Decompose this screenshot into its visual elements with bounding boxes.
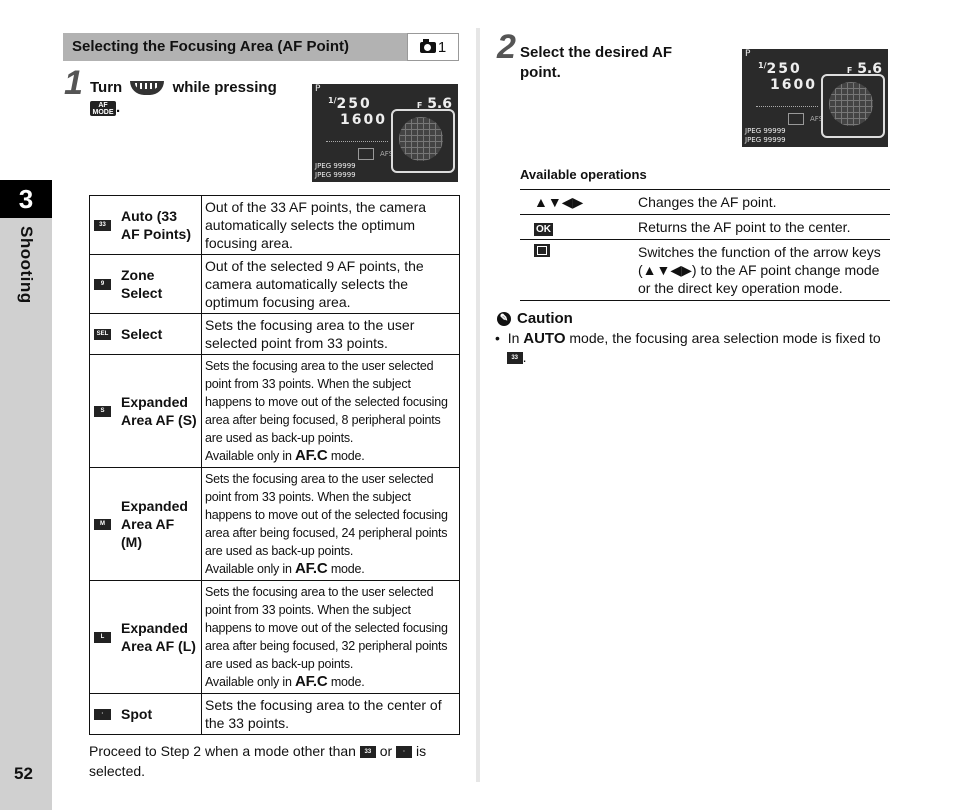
rear-e-dial-icon [130, 81, 165, 96]
af-expanded-m-icon: M [94, 518, 111, 530]
af-mode-name: Spot [121, 706, 153, 722]
step-1-number: 1 [64, 64, 83, 102]
af-point-grid [399, 117, 443, 161]
af-mode-name: Auto (33 AF Points) [121, 208, 191, 242]
caution-icon: ✎ [497, 311, 511, 326]
af-mode-row: 33 Auto (33 AF Points) Out of the 33 AF … [89, 195, 460, 255]
camera-icon [419, 38, 436, 53]
af-mode-name: Expanded Area AF (S) [121, 394, 197, 428]
chapter-number: 3 [0, 180, 52, 218]
afc-mode-label: AF.C [295, 673, 328, 690]
af-zone-select-icon: 9 [94, 278, 111, 290]
af-point-frame [391, 109, 455, 173]
chapter-label: Shooting [17, 226, 36, 304]
af-expanded-l-icon: L [94, 631, 111, 643]
page-number: 52 [14, 764, 33, 783]
step-2-text: Select the desired AF point. [520, 44, 672, 81]
af-mode-name: Expanded Area AF (L) [121, 620, 196, 654]
operation-desc: Changes the AF point. [638, 189, 890, 215]
section-title: Selecting the Focusing Area (AF Point) [72, 38, 349, 55]
operation-desc: Returns the AF point to the center. [638, 214, 890, 240]
operations-title: Available operations [520, 167, 647, 182]
operation-desc: Switches the function of the arrow keys … [638, 239, 890, 301]
af-spot-icon: · [396, 746, 413, 759]
auto-mode-label: AUTO [523, 330, 566, 347]
step-1-text: Turn while pressing AF MODE. [90, 78, 300, 118]
step-1-text-after: while pressing [172, 79, 277, 96]
lcd-shutter: 1/250 [758, 61, 802, 77]
lcd-screen-step2: P 1/250 F 5.6 1600 AFS JPEG 99999 JPEG 99… [742, 49, 888, 147]
af-auto-33-icon: 33 [94, 219, 111, 231]
arrow-keys-icon: ▲▼◀▶ [520, 189, 638, 215]
af-point-button-icon [534, 244, 550, 257]
af-auto-33-icon: 33 [506, 352, 523, 365]
metering-icon [788, 113, 804, 125]
af-mode-row: S Expanded Area AF (S) Sets the focusing… [89, 354, 460, 468]
lcd-shutter: 1/250 [328, 96, 372, 112]
af-mode-row: M Expanded Area AF (M) Sets the focusing… [89, 467, 460, 581]
lcd-mode: P [745, 49, 751, 59]
step-1-end: . [116, 99, 121, 116]
af-mode-row: L Expanded Area AF (L) Sets the focusing… [89, 580, 460, 694]
caution-heading: ✎ Caution [497, 310, 573, 327]
operation-row: ▲▼◀▶ Changes the AF point. [520, 189, 890, 215]
operation-row: Switches the function of the arrow keys … [520, 239, 890, 301]
af-mode-button-icon: AF MODE [90, 100, 116, 116]
af-mode-desc: Out of the 33 AF points, the camera auto… [205, 199, 427, 251]
af-select-icon: SEL [94, 328, 111, 340]
af-mode-desc: Sets the focusing area to the center of … [205, 697, 442, 731]
af-mode-desc: Sets the focusing area to the user selec… [205, 359, 448, 445]
exposure-scale [756, 96, 818, 107]
lcd-iso: 1600 [340, 112, 387, 128]
step-1-text-before: Turn [90, 79, 123, 96]
af-mode-desc: Out of the selected 9 AF points, the cam… [205, 258, 424, 310]
column-divider [476, 28, 480, 782]
af-mode-row: · Spot Sets the focusing area to the cen… [89, 693, 460, 735]
lcd-mode: P [315, 84, 321, 94]
ok-button-icon: OK [534, 223, 553, 236]
lcd-iso: 1600 [770, 77, 817, 93]
af-mode-desc: Sets the focusing area to the user selec… [205, 472, 448, 558]
afc-mode-label: AF.C [295, 447, 328, 464]
afc-mode-label: AF.C [295, 560, 328, 577]
mode-badge-number: 1 [437, 38, 447, 56]
lcd-screen-step1: P 1/250 F 5.6 1600 AFS JPEG 99999 JPEG 99… [312, 84, 458, 182]
operation-row: OK Returns the AF point to the center. [520, 214, 890, 240]
af-spot-icon: · [94, 708, 111, 720]
af-mode-desc: Sets the focusing area to the user selec… [205, 585, 448, 671]
metering-icon [358, 148, 374, 160]
af-point-frame [821, 74, 885, 138]
af-mode-name: Zone Select [121, 267, 163, 301]
operations-table: ▲▼◀▶ Changes the AF point. OK Returns th… [520, 189, 890, 301]
lcd-files: JPEG 99999 JPEG 99999 [315, 162, 356, 179]
step-note: Proceed to Step 2 when a mode other than… [89, 743, 427, 779]
lcd-files: JPEG 99999 JPEG 99999 [745, 127, 786, 144]
af-point-grid [829, 82, 873, 126]
caution-text: • In AUTO mode, the focusing area select… [495, 330, 881, 365]
af-mode-row: 9 Zone Select Out of the selected 9 AF p… [89, 254, 460, 314]
step-2-number: 2 [497, 28, 516, 66]
af-modes-table: 33 Auto (33 AF Points) Out of the 33 AF … [89, 195, 460, 735]
exposure-scale [326, 131, 388, 142]
af-mode-name: Select [121, 326, 163, 342]
af-mode-row: SEL Select Sets the focusing area to the… [89, 313, 460, 355]
af-expanded-s-icon: S [94, 405, 111, 417]
mode-badge: 1 [407, 33, 459, 61]
caution-title: Caution [517, 310, 573, 327]
af-mode-name: Expanded Area AF (M) [121, 498, 188, 550]
af-auto-33-icon: 33 [359, 746, 376, 759]
af-mode-desc: Sets the focusing area to the user selec… [205, 317, 415, 351]
